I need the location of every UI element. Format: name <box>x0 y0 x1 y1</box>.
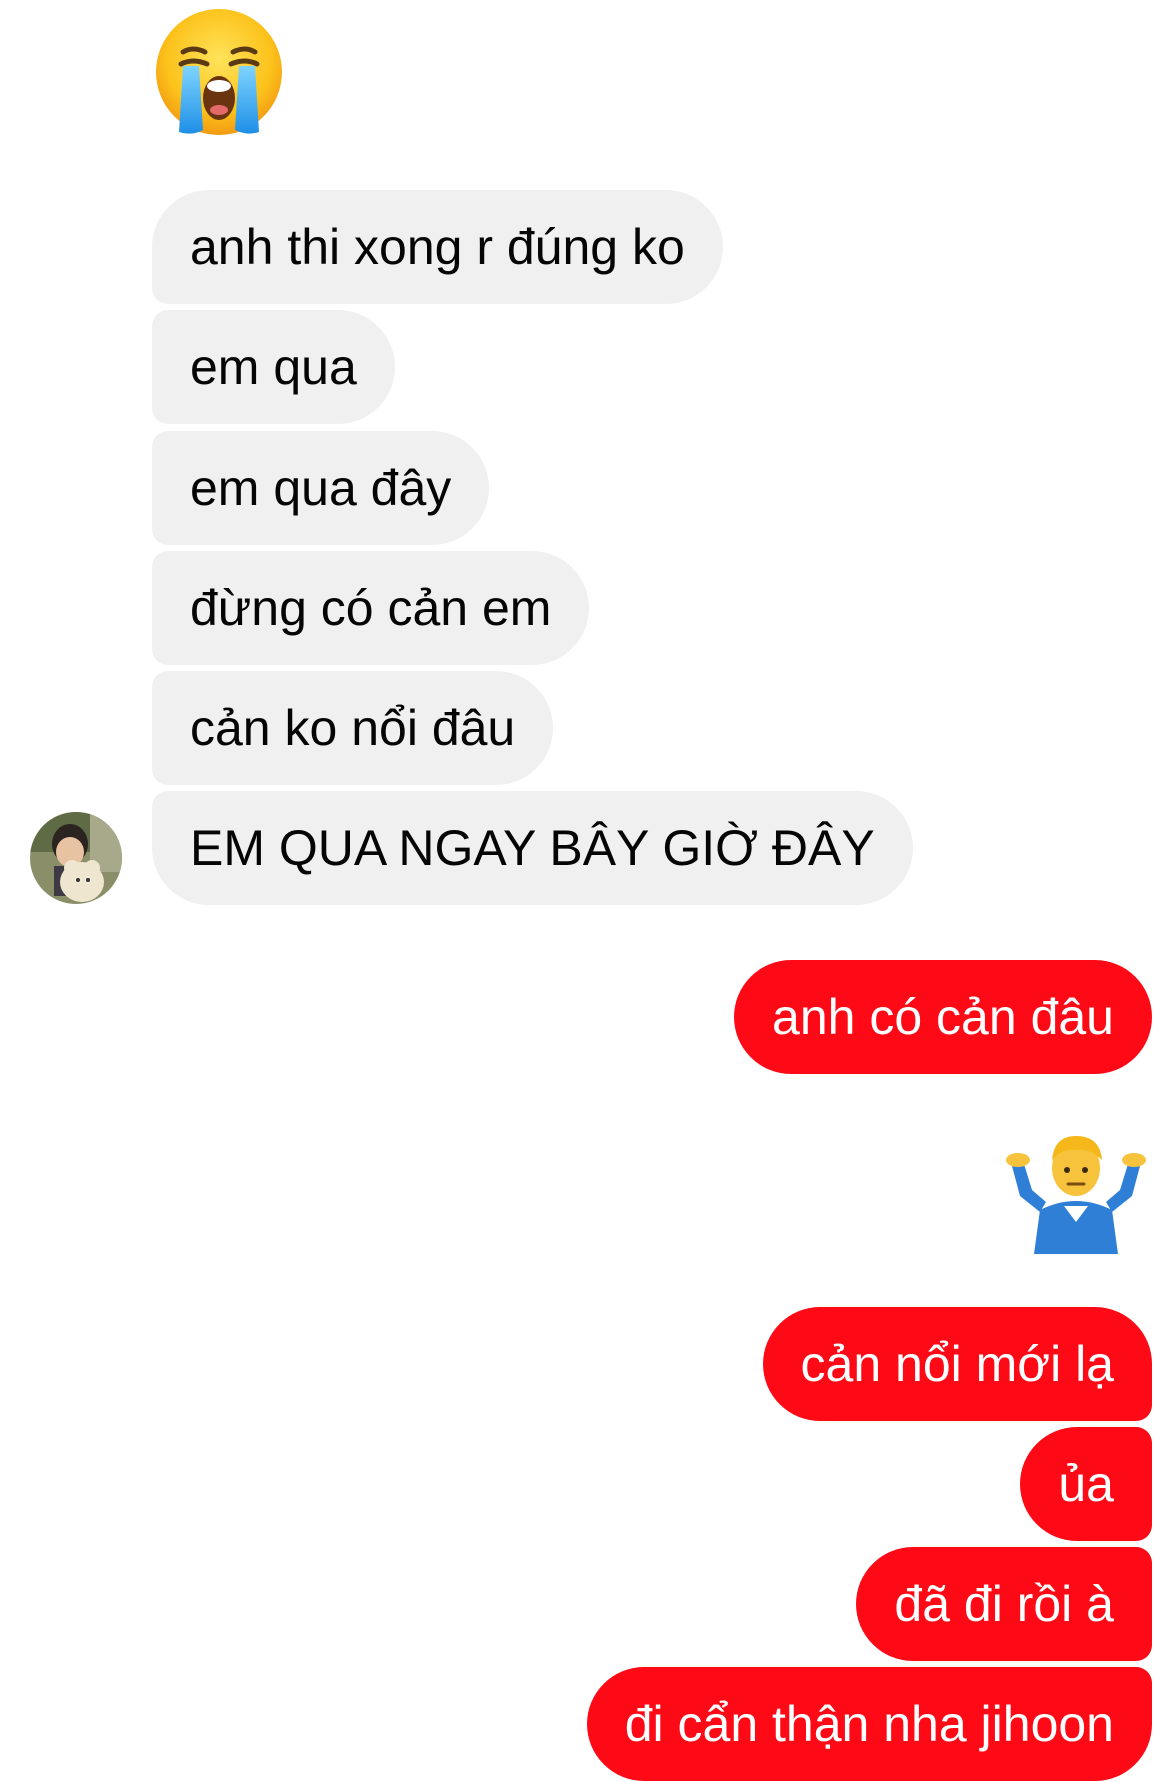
outgoing-message[interactable]: đã đi rồi à <box>856 1547 1152 1661</box>
message-text: EM QUA NGAY BÂY GIỜ ĐÂY <box>190 820 875 876</box>
message-text: anh có cản đâu <box>772 989 1114 1045</box>
chat-thread[interactable]: anh thi xong r đúng ko em qua em qua đây… <box>0 0 1170 1781</box>
outgoing-message[interactable]: ủa <box>1020 1427 1152 1541</box>
incoming-message[interactable]: EM QUA NGAY BÂY GIỜ ĐÂY <box>152 791 913 905</box>
message-text: anh thi xong r đúng ko <box>190 219 685 275</box>
message-text: cản ko nổi đâu <box>190 700 516 756</box>
incoming-message[interactable]: em qua <box>152 310 395 424</box>
sender-avatar[interactable] <box>30 812 122 904</box>
message-text: cản nổi mới lạ <box>800 1336 1114 1392</box>
incoming-message[interactable]: cản ko nổi đâu <box>152 671 554 785</box>
outgoing-message[interactable]: cản nổi mới lạ <box>762 1307 1152 1421</box>
loudly-crying-face-icon[interactable] <box>153 6 285 138</box>
message-text: ủa <box>1058 1456 1114 1512</box>
outgoing-message[interactable]: anh có cản đâu <box>734 960 1152 1074</box>
outgoing-message[interactable]: đi cẩn thận nha jihoon <box>586 1667 1152 1781</box>
message-text: đi cẩn thận nha jihoon <box>624 1696 1114 1752</box>
incoming-message[interactable]: em qua đây <box>152 431 490 545</box>
message-text: em qua đây <box>190 460 452 516</box>
message-text: đã đi rồi à <box>894 1576 1114 1632</box>
message-text: đừng có cản em <box>190 580 552 636</box>
message-text: em qua <box>190 339 357 395</box>
incoming-message[interactable]: đừng có cản em <box>152 551 590 665</box>
incoming-message[interactable]: anh thi xong r đúng ko <box>152 190 723 304</box>
person-shrugging-icon[interactable] <box>1006 1126 1146 1256</box>
